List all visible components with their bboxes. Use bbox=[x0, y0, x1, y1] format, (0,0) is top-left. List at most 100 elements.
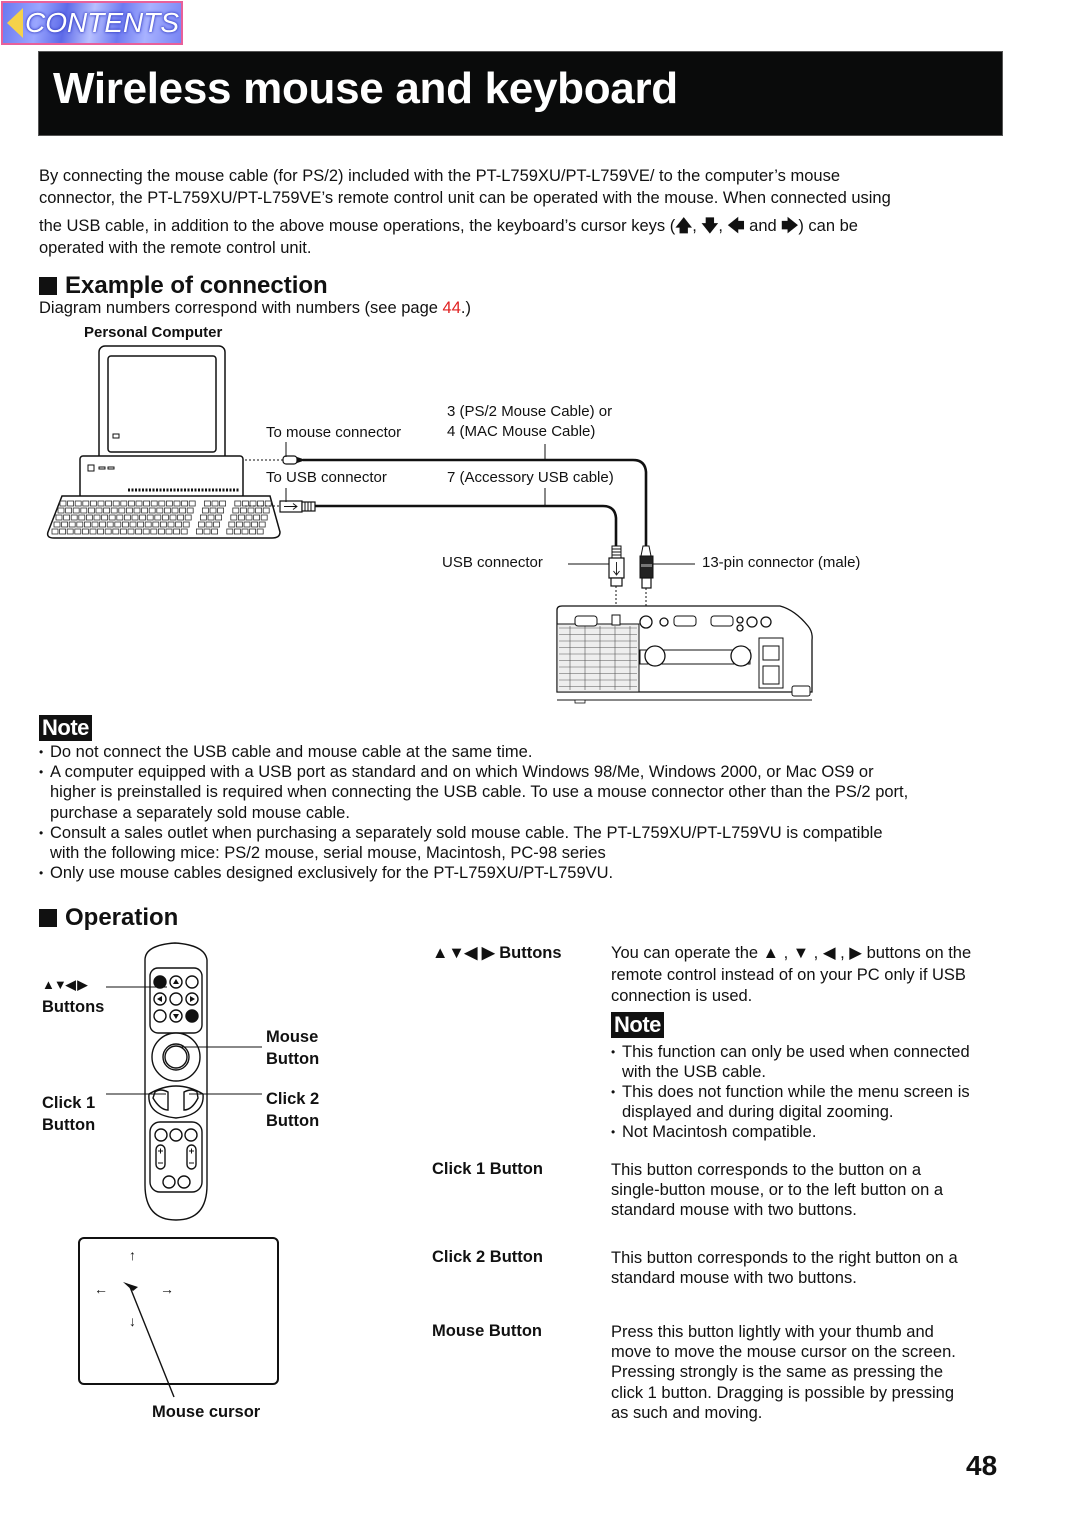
click-2-label: Click 2 Button bbox=[266, 1090, 320, 1130]
note-item-line: A computer equipped with a USB port as s… bbox=[50, 763, 874, 782]
note-item-line: higher is preinstalled is required when … bbox=[50, 783, 909, 802]
op-term: Click 1 Button bbox=[432, 1160, 543, 1178]
note-item: Consult a sales outlet when purchasing a… bbox=[39, 823, 1009, 863]
intro-line: By connecting the mouse cable (for PS/2)… bbox=[39, 167, 840, 185]
13-pin-connector-icon bbox=[639, 545, 654, 589]
mouse-button-inner bbox=[164, 1045, 188, 1069]
connection-diagram: Personal Computer To mouse connector To … bbox=[0, 320, 1080, 710]
note-item: Only use mouse cables designed exclusive… bbox=[39, 863, 1009, 883]
op-desc: Press this button lightly with your thum… bbox=[611, 1322, 1011, 1423]
desc-line: remote control instead of on your PC onl… bbox=[611, 965, 966, 984]
sub-note-item-line: with the USB cable. bbox=[622, 1062, 766, 1081]
contents-button[interactable]: CONTENTS bbox=[1, 1, 183, 45]
back-arrow-icon bbox=[7, 8, 23, 38]
sub-note-badge: Note bbox=[611, 1011, 1011, 1038]
mouse-cursor-label: Mouse cursor bbox=[152, 1403, 261, 1421]
sub-note-item-line: This function can only be used when conn… bbox=[622, 1042, 970, 1061]
usb-connector-label: USB connector bbox=[442, 554, 543, 571]
intro-line: connector, the PT-L759XU/PT-L759VE’s rem… bbox=[39, 189, 891, 207]
intro-paragraph: By connecting the mouse cable (for PS/2)… bbox=[39, 165, 999, 259]
desc-line: as such and moving. bbox=[611, 1403, 763, 1422]
remote-button[interactable] bbox=[162, 1175, 176, 1189]
remote-button[interactable] bbox=[177, 1175, 191, 1189]
pin-connector-label: 13-pin connector (male) bbox=[702, 554, 861, 571]
desc-line: You can operate the ▲ , ▼ , ◀ , ▶ button… bbox=[611, 944, 972, 962]
section-heading-operation: Operation bbox=[39, 904, 178, 932]
click-1-label: Click 1 Button bbox=[42, 1094, 96, 1134]
desc-line: move to move the mouse cursor on the scr… bbox=[611, 1343, 956, 1362]
mouse-cursor-leader bbox=[129, 1286, 175, 1398]
op-desc: This button corresponds to the right but… bbox=[611, 1248, 1011, 1288]
op-row-click-2: Click 2 Button This button corresponds t… bbox=[432, 1248, 1012, 1298]
intro-line: the USB cable, in addition to the above … bbox=[39, 217, 858, 235]
op-row-mouse-button: Mouse Button Press this button lightly w… bbox=[432, 1322, 1012, 1432]
usb-connector-end-icon bbox=[608, 545, 625, 587]
page-44-link[interactable]: 44 bbox=[443, 299, 461, 317]
page-number: 48 bbox=[966, 1450, 998, 1481]
to-usb-connector-label: To USB connector bbox=[266, 469, 387, 486]
arrow-up-icon: 🡅 bbox=[675, 217, 693, 235]
remote-button[interactable] bbox=[169, 1128, 183, 1142]
sub-note-item-line: displayed and during digital zooming. bbox=[622, 1103, 894, 1122]
remote-button[interactable] bbox=[154, 1128, 168, 1142]
remote-button-dark[interactable] bbox=[153, 975, 167, 989]
title-bar: Wireless mouse and keyboard bbox=[38, 51, 1003, 136]
op-desc: You can operate the ▲ , ▼ , ◀ , ▶ button… bbox=[611, 943, 1011, 1143]
note-list: Do not connect the USB cable and mouse c… bbox=[39, 742, 1009, 884]
usb-cable bbox=[315, 504, 618, 548]
op-desc: This button corresponds to the button on… bbox=[611, 1160, 1011, 1221]
desc-line: This button corresponds to the button on… bbox=[611, 1161, 922, 1179]
op-term: ▲▼◀ ▶ Buttons bbox=[432, 944, 562, 962]
arrows-label: ▲▼◀ ▶ Buttons bbox=[42, 977, 105, 1016]
arrow-right-icon: 🡆 bbox=[781, 217, 799, 235]
projector-illustration bbox=[556, 605, 813, 704]
op-row-click-1: Click 1 Button This button corresponds t… bbox=[432, 1160, 1012, 1230]
heading-square-icon bbox=[39, 909, 57, 927]
desc-line: standard mouse with two buttons. bbox=[611, 1201, 857, 1220]
sub-note-list: This function can only be used when conn… bbox=[611, 1042, 1011, 1143]
mouse-button-label: Mouse Button bbox=[266, 1028, 320, 1068]
arrow-left-icon: 🡄 bbox=[727, 217, 745, 235]
remote-control-figure: ▲▼◀ ▶ Buttons Mouse Button Click 1 Butto… bbox=[0, 930, 420, 1230]
desc-line: Press this button lightly with your thum… bbox=[611, 1323, 934, 1341]
note-item: A computer equipped with a USB port as s… bbox=[39, 762, 1009, 823]
op-term: Mouse Button bbox=[432, 1322, 542, 1340]
page-title: Wireless mouse and keyboard bbox=[53, 64, 678, 113]
remote-button[interactable] bbox=[153, 1009, 167, 1023]
note-item: Do not connect the USB cable and mouse c… bbox=[39, 742, 1009, 762]
ps2-plug-icon bbox=[282, 455, 303, 465]
note-item-line: Only use mouse cables designed exclusive… bbox=[50, 864, 614, 883]
usb-plug-icon bbox=[279, 500, 316, 513]
pc-label: Personal Computer bbox=[84, 324, 223, 341]
sub-note-item: This function can only be used when conn… bbox=[611, 1042, 1011, 1082]
sub-note-item-line: This does not function while the menu sc… bbox=[622, 1082, 970, 1101]
remote-button[interactable] bbox=[185, 975, 199, 989]
desc-line: This button corresponds to the right but… bbox=[611, 1249, 958, 1267]
sub-note-item-line: Not Macintosh compatible. bbox=[622, 1123, 817, 1142]
op-row-arrow-buttons: ▲▼◀ ▶ Buttons You can operate the ▲ , ▼ … bbox=[432, 943, 1012, 1143]
note-badge: Note bbox=[39, 715, 92, 741]
usb-cable-label: 7 (Accessory USB cable) bbox=[447, 469, 614, 486]
remote-button[interactable] bbox=[184, 1128, 198, 1142]
desc-line: standard mouse with two buttons. bbox=[611, 1269, 857, 1288]
section-heading-example: Example of connection bbox=[39, 272, 328, 300]
keyboard-illustration bbox=[46, 495, 281, 539]
op-term: Click 2 Button bbox=[432, 1248, 543, 1266]
connection-diagram-svg bbox=[46, 345, 813, 704]
remote-button-dark[interactable] bbox=[185, 1009, 199, 1023]
mac-cable-label: 4 (MAC Mouse Cable) bbox=[447, 423, 596, 440]
heading-square-icon bbox=[39, 277, 57, 295]
ps2-cable-label: 3 (PS/2 Mouse Cable) or bbox=[447, 403, 613, 420]
remote-button[interactable] bbox=[169, 992, 183, 1006]
intro-line: operated with the remote control unit. bbox=[39, 239, 312, 257]
desc-line: Pressing strongly is the same as pressin… bbox=[611, 1363, 943, 1382]
mouse-cursor-pointer bbox=[123, 1282, 175, 1398]
pc-case-illustration bbox=[79, 455, 244, 499]
note-item-line: Do not connect the USB cable and mouse c… bbox=[50, 743, 533, 761]
desc-line: connection is used. bbox=[611, 987, 753, 1005]
sub-note-item: This does not function while the menu sc… bbox=[611, 1082, 1011, 1122]
note-item-line: Consult a sales outlet when purchasing a… bbox=[50, 823, 883, 842]
desc-line: single-button mouse, or to the left butt… bbox=[611, 1181, 944, 1200]
diagram-caption: Diagram numbers correspond with numbers … bbox=[39, 299, 471, 317]
note-item-line: with the following mice: PS/2 mouse, ser… bbox=[50, 844, 606, 863]
